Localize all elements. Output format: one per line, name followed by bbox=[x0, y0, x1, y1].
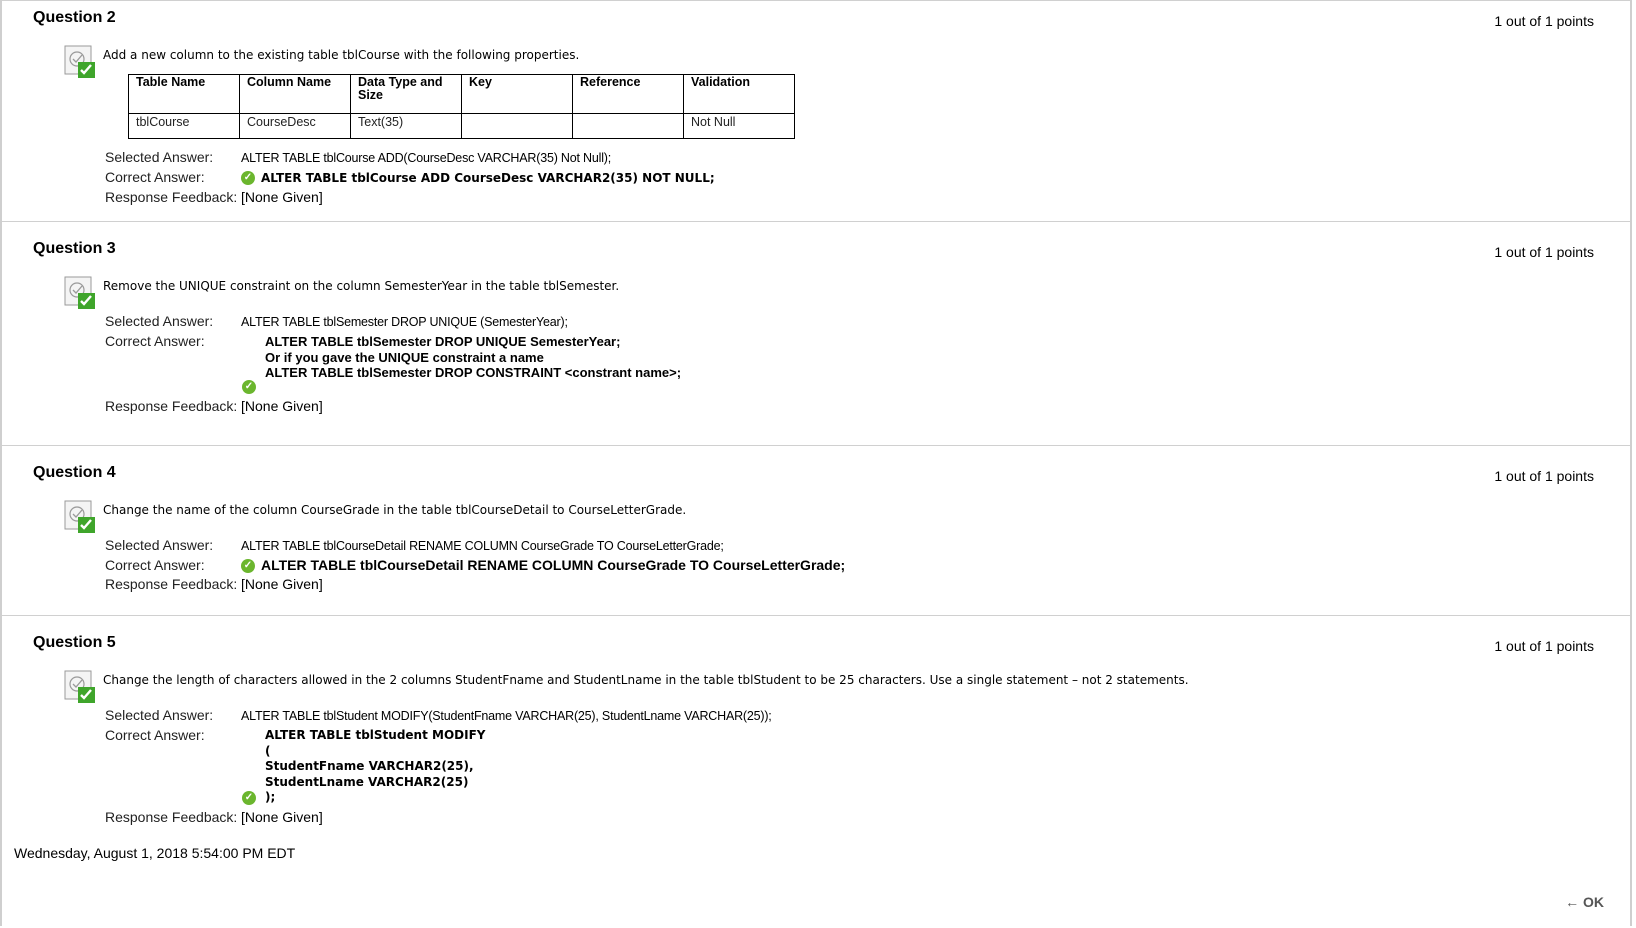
correct-answer-row: Correct Answer: ✓ ALTER TABLE tblCourse AD… bbox=[105, 169, 715, 186]
question-points: 1 out of 1 points bbox=[1494, 638, 1594, 654]
correct-answer-label: Correct Answer: bbox=[105, 727, 205, 743]
table-cell bbox=[572, 113, 684, 139]
feedback-value: [None Given] bbox=[241, 576, 323, 592]
correct-answer-row: Correct Answer: ✓ ALTER TABLE tblCourseDet… bbox=[105, 557, 846, 574]
correct-answer-line: StudentFname VARCHAR2(25), bbox=[265, 759, 474, 773]
review-page: Question 2 1 out of 1 points Add a new c… bbox=[0, 0, 1632, 926]
table-header-row: Table Name Column Name Data Type and Siz… bbox=[128, 74, 795, 114]
table-header-cell: Validation bbox=[683, 74, 795, 114]
correct-check-icon: ✓ bbox=[241, 171, 255, 186]
selected-answer-row: Selected Answer: ALTER TABLE tblCourseDet… bbox=[105, 537, 724, 553]
correct-answer-line: Or if you gave the UNIQUE constraint a n… bbox=[265, 349, 544, 365]
graded-check-icon bbox=[64, 670, 96, 704]
correct-answer-line: ALTER TABLE tblStudent MODIFY bbox=[265, 728, 486, 742]
correct-answer-row: Correct Answer: bbox=[105, 333, 241, 349]
correct-answer-value: ALTER TABLE tblCourseDetail RENAME COLUM… bbox=[261, 557, 846, 573]
selected-answer-row: Selected Answer: ALTER TABLE tblCourse AD… bbox=[105, 149, 611, 165]
table-header-cell: Key bbox=[461, 74, 573, 114]
feedback-label: Response Feedback: bbox=[105, 189, 238, 205]
question-prompt: Remove the UNIQUE constraint on the colu… bbox=[103, 279, 620, 293]
feedback-row: Response Feedback: [None Given] bbox=[105, 809, 323, 825]
question-2: Question 2 1 out of 1 points Add a new c… bbox=[2, 0, 1630, 222]
selected-answer-value: ALTER TABLE tblStudent MODIFY(StudentFna… bbox=[241, 709, 772, 723]
table-header-cell: Table Name bbox=[128, 74, 240, 114]
table-cell bbox=[461, 113, 573, 139]
selected-answer-value: ALTER TABLE tblSemester DROP UNIQUE (Sem… bbox=[241, 315, 568, 329]
correct-answer-line: ALTER TABLE tblSemester DROP CONSTRAINT … bbox=[265, 365, 682, 380]
correct-answer-line: ); bbox=[265, 790, 276, 804]
selected-answer-value: ALTER TABLE tblCourse ADD(CourseDesc VAR… bbox=[241, 151, 612, 165]
feedback-label: Response Feedback: bbox=[105, 398, 238, 414]
correct-answer-value: ALTER TABLE tblCourse ADD CourseDesc VAR… bbox=[261, 171, 715, 185]
correct-answer-label: Correct Answer: bbox=[105, 557, 205, 573]
selected-answer-row: Selected Answer: ALTER TABLE tblStudent M… bbox=[105, 707, 772, 723]
graded-check-icon bbox=[64, 45, 96, 79]
question-title: Question 5 bbox=[33, 634, 116, 651]
table-row: tblCourse CourseDesc Text(35) Not Null bbox=[128, 113, 795, 139]
feedback-value: [None Given] bbox=[241, 398, 323, 414]
table-header-cell: Reference bbox=[572, 74, 684, 114]
table-cell: tblCourse bbox=[128, 113, 240, 139]
correct-check-icon: ✓ bbox=[241, 559, 255, 574]
selected-answer-label: Selected Answer: bbox=[105, 149, 214, 165]
question-3: Question 3 1 out of 1 points Remove the … bbox=[2, 222, 1630, 446]
feedback-value: [None Given] bbox=[241, 809, 323, 825]
selected-answer-row: Selected Answer: ALTER TABLE tblSemester … bbox=[105, 313, 568, 329]
graded-check-icon bbox=[64, 500, 96, 534]
correct-answer-row: Correct Answer: bbox=[105, 727, 241, 743]
correct-answer-block: ALTER TABLE tblStudent MODIFY ( StudentF… bbox=[265, 728, 485, 806]
correct-answer-line: StudentLname VARCHAR2(25) bbox=[265, 774, 469, 789]
question-prompt: Change the length of characters allowed … bbox=[103, 673, 1189, 687]
correct-answer-line: ( bbox=[265, 743, 271, 758]
question-title: Question 2 bbox=[33, 9, 116, 26]
ok-button[interactable]: ← OK bbox=[1565, 894, 1604, 910]
table-cell: Not Null bbox=[683, 113, 795, 139]
selected-answer-label: Selected Answer: bbox=[105, 707, 214, 723]
selected-answer-label: Selected Answer: bbox=[105, 537, 214, 553]
table-cell: CourseDesc bbox=[239, 113, 351, 139]
correct-answer-line: ALTER TABLE tblSemester DROP UNIQUE Seme… bbox=[265, 334, 621, 349]
correct-check-icon: ✓ bbox=[242, 380, 256, 394]
question-prompt: Change the name of the column CourseGrad… bbox=[103, 503, 687, 517]
correct-answer-label: Correct Answer: bbox=[105, 333, 205, 349]
feedback-row: Response Feedback: [None Given] bbox=[105, 189, 323, 205]
selected-answer-value: ALTER TABLE tblCourseDetail RENAME COLUM… bbox=[241, 539, 724, 553]
submission-timestamp: Wednesday, August 1, 2018 5:54:00 PM EDT bbox=[14, 845, 296, 861]
table-header-cell: Data Type and Size bbox=[350, 74, 462, 114]
correct-answer-label: Correct Answer: bbox=[105, 169, 205, 185]
table-header-cell: Column Name bbox=[239, 74, 351, 114]
properties-table: Table Name Column Name Data Type and Siz… bbox=[128, 74, 795, 139]
question-points: 1 out of 1 points bbox=[1494, 468, 1594, 484]
question-title: Question 3 bbox=[33, 240, 116, 257]
question-title: Question 4 bbox=[33, 464, 116, 481]
feedback-label: Response Feedback: bbox=[105, 809, 238, 825]
correct-answer-block: ALTER TABLE tblSemester DROP UNIQUE Seme… bbox=[265, 334, 681, 381]
correct-check-icon: ✓ bbox=[242, 791, 256, 805]
question-5: Question 5 1 out of 1 points Change the … bbox=[2, 616, 1630, 836]
selected-answer-label: Selected Answer: bbox=[105, 313, 214, 329]
question-points: 1 out of 1 points bbox=[1494, 244, 1594, 260]
question-prompt: Add a new column to the existing table t… bbox=[103, 48, 580, 62]
feedback-label: Response Feedback: bbox=[105, 576, 238, 592]
feedback-row: Response Feedback: [None Given] bbox=[105, 576, 323, 592]
question-points: 1 out of 1 points bbox=[1494, 13, 1594, 29]
graded-check-icon bbox=[64, 276, 96, 310]
feedback-row: Response Feedback: [None Given] bbox=[105, 398, 323, 414]
question-4: Question 4 1 out of 1 points Change the … bbox=[2, 446, 1630, 616]
feedback-value: [None Given] bbox=[241, 189, 323, 205]
table-cell: Text(35) bbox=[350, 113, 462, 139]
